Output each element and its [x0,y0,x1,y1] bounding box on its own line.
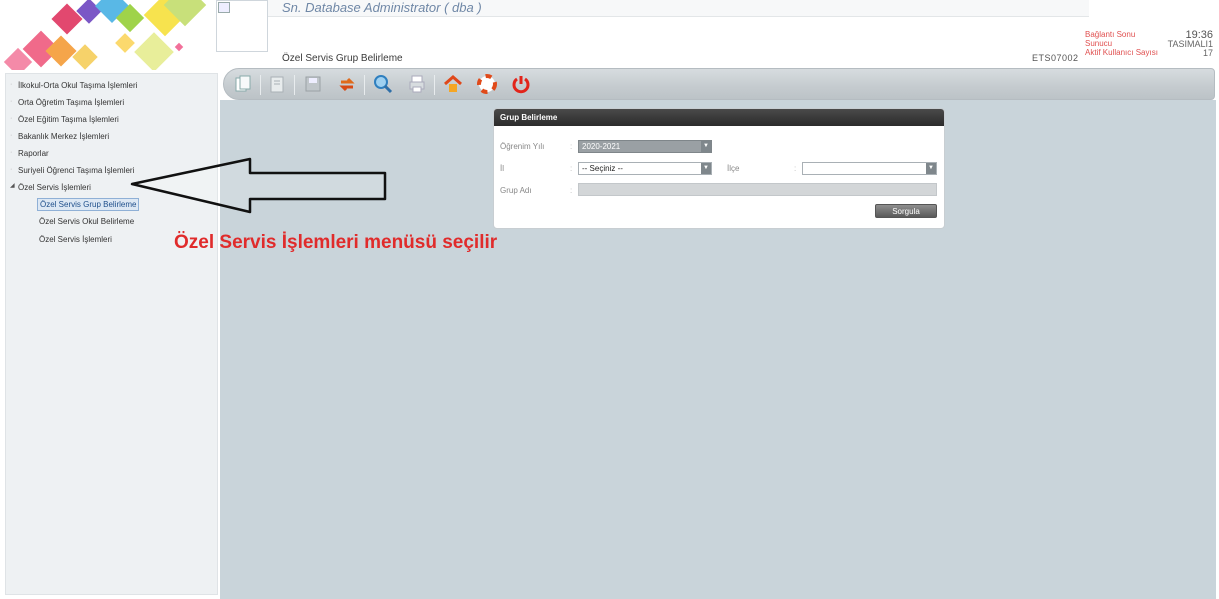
dialog-title: Grup Belirleme [494,109,944,126]
page-title: Özel Servis Grup Belirleme [282,53,403,64]
bullet-icon: · [10,166,13,173]
group-name-label: Grup Adı [500,186,532,195]
broken-image-icon [218,2,230,13]
il-select-value: -- Seçiniz -- [582,164,623,173]
sidebar-item-suriyeli[interactable]: Suriyeli Öğrenci Taşıma İşlemleri [18,166,134,175]
group-name-input[interactable] [578,183,937,196]
sidebar-subitem-okul-belirleme[interactable]: Özel Servis Okul Belirleme [39,217,134,226]
server-label: Sunucu [1085,39,1113,48]
status-labels: Bağlantı Sonu Sunucu Aktif Kullanıcı Say… [1085,30,1158,57]
active-users-label: Aktif Kullanıcı Sayısı [1085,48,1158,57]
bullet-icon: · [10,149,13,156]
sidebar-item-raporlar[interactable]: Raporlar [18,149,49,158]
bullet-icon: · [10,81,13,88]
toolbar [223,68,1215,100]
chevron-down-icon: ▼ [701,141,711,152]
status-values: 19:36 TASIMALI1 17 [1168,30,1213,58]
save-icon[interactable] [300,71,326,97]
copy-icon[interactable] [230,71,256,97]
help-icon[interactable] [474,71,500,97]
sidebar-subitem-ozel-servis-islemleri[interactable]: Özel Servis İşlemleri [39,235,112,244]
delete-icon[interactable] [264,71,290,97]
bullet-icon: · [10,132,13,139]
bullet-icon: · [10,115,13,122]
power-icon[interactable] [508,71,534,97]
sidebar-item-bakanlik-merkez[interactable]: Bakanlık Merkez İşlemleri [18,132,109,141]
active-user-count: 17 [1202,48,1213,58]
sidebar-item-ozel-servis[interactable]: Özel Servis İşlemleri [18,183,91,192]
expand-triangle-icon[interactable]: ◢ [10,182,15,189]
chevron-down-icon: ▼ [701,163,711,174]
chevron-down-icon: ▼ [926,163,936,174]
query-button[interactable]: Sorgula [875,204,937,218]
grup-belirleme-dialog: Grup Belirleme Öğrenim Yılı : 2020-2021 … [493,108,945,229]
connection-end-label: Bağlantı Sonu [1085,30,1136,39]
search-icon[interactable] [370,71,396,97]
app-logo [0,0,216,70]
sidebar-item-orta-ogretim[interactable]: Orta Öğretim Taşıma İşlemleri [18,98,124,107]
annotation-arrow [130,157,387,214]
sidebar-item-ilkokul-orta[interactable]: İlkokul-Orta Okul Taşıma İşlemleri [18,81,137,90]
ilce-select[interactable]: ▼ [802,162,937,175]
sidebar-subitem-grup-belirleme[interactable]: Özel Servis Grup Belirleme [37,198,140,211]
sidebar-item-ozel-egitim[interactable]: Özel Eğitim Taşıma İşlemleri [18,115,119,124]
year-label: Öğrenim Yılı [500,142,545,151]
year-select[interactable]: 2020-2021 ▼ [578,140,712,153]
bullet-icon: · [10,98,13,105]
sidebar: · İlkokul-Orta Okul Taşıma İşlemleri · O… [5,73,218,595]
year-select-value: 2020-2021 [582,142,621,151]
il-label: İl [500,164,504,173]
il-select[interactable]: -- Seçiniz -- ▼ [578,162,712,175]
print-icon[interactable] [404,71,430,97]
ilce-label: İlçe [727,164,740,173]
session-code: ETS07002 [1032,53,1079,63]
home-icon[interactable] [440,71,466,97]
user-name: Sn. Database Administrator ( dba ) [282,0,482,15]
annotation-text: Özel Servis İşlemleri menüsü seçilir [174,232,498,253]
refresh-icon[interactable] [334,71,360,97]
